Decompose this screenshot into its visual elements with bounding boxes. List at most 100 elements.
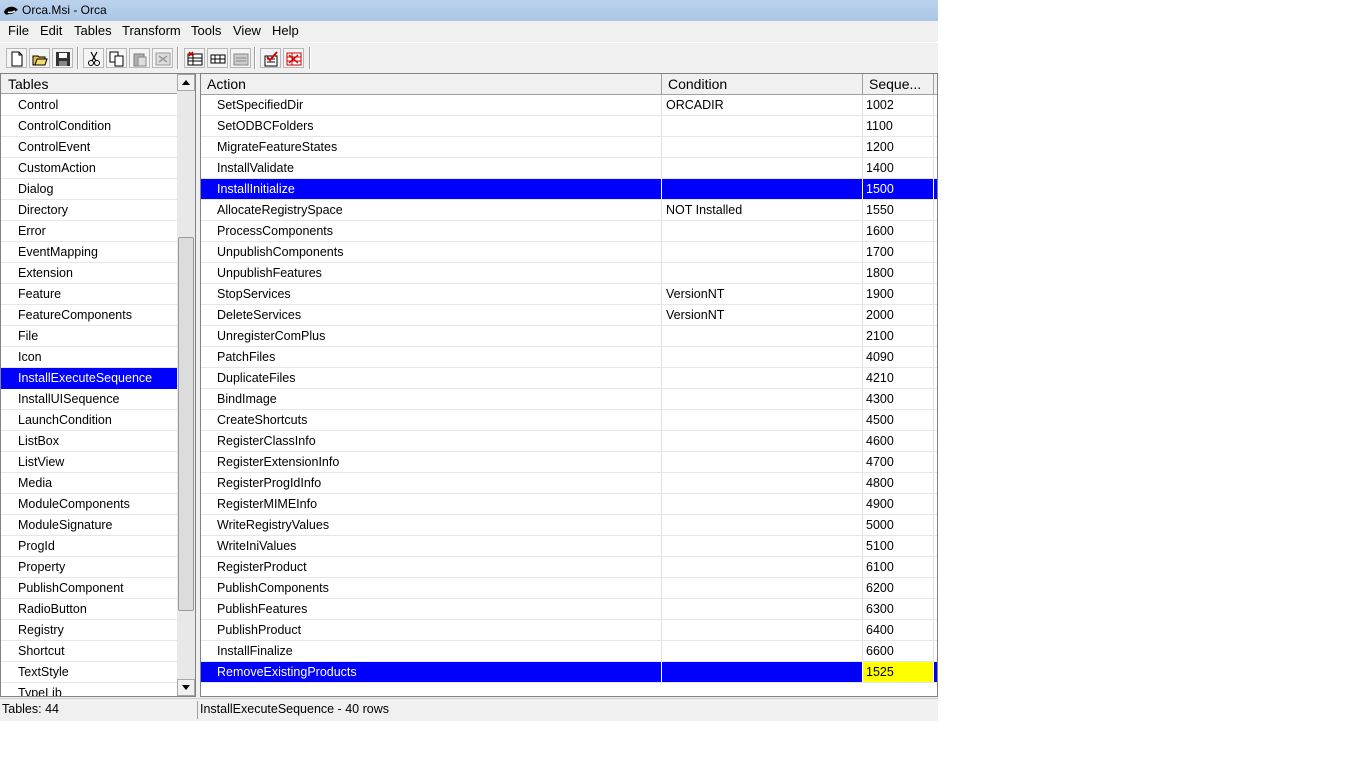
table-row[interactable]: WriteIniValues 5100 [201, 536, 937, 557]
table-row[interactable]: PublishFeatures 6300 [201, 599, 937, 620]
table-row[interactable]: CreateShortcuts 4500 [201, 410, 937, 431]
table-row[interactable]: RegisterProduct 6100 [201, 557, 937, 578]
cell-sequence[interactable]: 1900 [863, 284, 934, 304]
cell-condition[interactable] [662, 221, 863, 241]
table-row[interactable]: DeleteServices VersionNT 2000 [201, 305, 937, 326]
table-list-item[interactable]: FeatureComponents [1, 305, 177, 326]
cell-action[interactable]: PublishFeatures [201, 599, 662, 619]
table-row[interactable]: InstallFinalize 6600 [201, 641, 937, 662]
cell-action[interactable]: SetSpecifiedDir [201, 95, 662, 115]
cell-action[interactable]: DuplicateFiles [201, 368, 662, 388]
cut-icon[interactable] [83, 48, 104, 68]
cell-action[interactable]: AllocateRegistrySpace [201, 200, 662, 220]
table-list-item[interactable]: ControlEvent [1, 137, 177, 158]
cell-condition[interactable] [662, 158, 863, 178]
cell-sequence[interactable]: 1200 [863, 137, 934, 157]
cell-action[interactable]: InstallValidate [201, 158, 662, 178]
title-bar[interactable]: Orca.Msi - Orca [0, 0, 938, 21]
table-list-item[interactable]: ListView [1, 452, 177, 473]
cell-condition[interactable] [662, 263, 863, 283]
menu-file[interactable]: File [7, 23, 30, 38]
cell-sequence[interactable]: 6300 [863, 599, 934, 619]
table-list-item[interactable]: ListBox [1, 431, 177, 452]
cell-condition[interactable] [662, 557, 863, 577]
cell-action[interactable]: RegisterProgIdInfo [201, 473, 662, 493]
cell-condition[interactable] [662, 137, 863, 157]
table-list-item[interactable]: EventMapping [1, 242, 177, 263]
column-header-condition[interactable]: Condition [662, 74, 863, 94]
new-file-icon[interactable] [6, 48, 27, 68]
table-list-item[interactable]: Directory [1, 200, 177, 221]
table-list-item[interactable]: Extension [1, 263, 177, 284]
table-list-item[interactable]: Feature [1, 284, 177, 305]
tables-header[interactable]: Tables [1, 74, 177, 94]
table-row[interactable]: MigrateFeatureStates 1200 [201, 137, 937, 158]
table-list-item[interactable]: Icon [1, 347, 177, 368]
table-row[interactable]: SetODBCFolders 1100 [201, 116, 937, 137]
cell-condition[interactable] [662, 662, 863, 682]
table-row[interactable]: RegisterProgIdInfo 4800 [201, 473, 937, 494]
table-row[interactable]: BindImage 4300 [201, 389, 937, 410]
cell-condition[interactable] [662, 473, 863, 493]
cell-sequence[interactable]: 4800 [863, 473, 934, 493]
table-list-item[interactable]: ModuleSignature [1, 515, 177, 536]
scroll-thumb[interactable] [178, 237, 194, 611]
table-row[interactable]: StopServices VersionNT 1900 [201, 284, 937, 305]
cell-sequence[interactable]: 4500 [863, 410, 934, 430]
cell-condition[interactable]: VersionNT [662, 284, 863, 304]
menu-tools[interactable]: Tools [190, 23, 222, 38]
table-list-item[interactable]: CustomAction [1, 158, 177, 179]
table-list-item[interactable]: Dialog [1, 179, 177, 200]
column-header-action[interactable]: Action [201, 74, 662, 94]
cell-condition[interactable] [662, 599, 863, 619]
table-row[interactable]: UnpublishFeatures 1800 [201, 263, 937, 284]
table-list-item[interactable]: ModuleComponents [1, 494, 177, 515]
cell-condition[interactable] [662, 389, 863, 409]
cell-sequence[interactable]: 1525 [863, 662, 934, 682]
cell-condition[interactable] [662, 641, 863, 661]
add-row-icon[interactable] [207, 48, 228, 68]
cell-sequence[interactable]: 6100 [863, 557, 934, 577]
table-row[interactable]: PublishProduct 6400 [201, 620, 937, 641]
table-list-item[interactable]: File [1, 326, 177, 347]
menu-view[interactable]: View [232, 23, 262, 38]
validate-icon[interactable] [260, 48, 281, 68]
cell-action[interactable]: InstallInitialize [201, 179, 662, 199]
cell-sequence[interactable]: 1400 [863, 158, 934, 178]
cell-action[interactable]: UnpublishFeatures [201, 263, 662, 283]
table-list-item[interactable]: PublishComponent [1, 578, 177, 599]
scroll-down-button[interactable] [177, 679, 195, 696]
table-row[interactable]: WriteRegistryValues 5000 [201, 515, 937, 536]
table-list-item[interactable]: TextStyle [1, 662, 177, 683]
table-list-item[interactable]: ControlCondition [1, 116, 177, 137]
cell-condition[interactable] [662, 620, 863, 640]
cell-action[interactable]: RegisterProduct [201, 557, 662, 577]
cell-sequence[interactable]: 4700 [863, 452, 934, 472]
cell-action[interactable]: BindImage [201, 389, 662, 409]
table-row[interactable]: RegisterMIMEInfo 4900 [201, 494, 937, 515]
cell-sequence[interactable]: 2100 [863, 326, 934, 346]
table-row[interactable]: InstallValidate 1400 [201, 158, 937, 179]
column-header-sequence[interactable]: Seque... [863, 74, 934, 94]
cell-condition[interactable] [662, 578, 863, 598]
tables-scrollbar[interactable] [177, 74, 195, 696]
table-row[interactable]: PublishComponents 6200 [201, 578, 937, 599]
cell-condition[interactable] [662, 431, 863, 451]
cell-sequence[interactable]: 6400 [863, 620, 934, 640]
cell-sequence[interactable]: 5100 [863, 536, 934, 556]
cell-condition[interactable] [662, 179, 863, 199]
cell-sequence[interactable]: 6200 [863, 578, 934, 598]
cell-action[interactable]: RemoveExistingProducts [201, 662, 662, 682]
cell-condition[interactable] [662, 494, 863, 514]
cell-condition[interactable] [662, 347, 863, 367]
cell-condition[interactable] [662, 452, 863, 472]
table-list-item[interactable]: ProgId [1, 536, 177, 557]
save-icon[interactable] [52, 48, 73, 68]
table-list-item[interactable]: Control [1, 95, 177, 116]
cell-action[interactable]: UnpublishComponents [201, 242, 662, 262]
copy-icon[interactable] [106, 48, 127, 68]
cell-condition[interactable]: NOT Installed [662, 200, 863, 220]
cell-sequence[interactable]: 1800 [863, 263, 934, 283]
cell-condition[interactable] [662, 116, 863, 136]
table-row[interactable]: RegisterClassInfo 4600 [201, 431, 937, 452]
